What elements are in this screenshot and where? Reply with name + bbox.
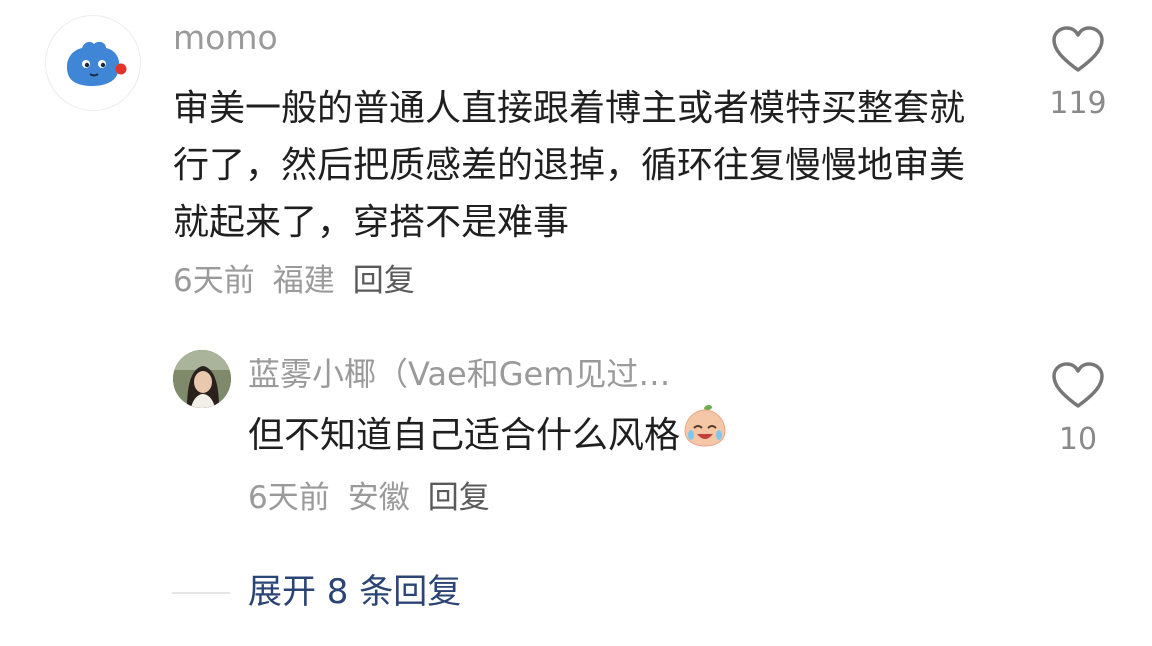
reply-username[interactable]: 蓝雾小椰（Vae和Gem见过… bbox=[248, 354, 670, 394]
reply-meta: 6天前 安徽 回复 bbox=[248, 478, 490, 518]
expand-replies-link[interactable]: 展开 8 条回复 bbox=[248, 570, 461, 614]
avatar-momo[interactable] bbox=[45, 15, 141, 111]
reply-button[interactable]: 回复 bbox=[428, 480, 490, 516]
reply-text-row: 但不知道自己适合什么风格 bbox=[248, 404, 728, 463]
woman-portrait-icon bbox=[173, 350, 231, 408]
blue-creature-icon bbox=[66, 41, 127, 86]
crying-laughing-peach-emoji-icon bbox=[682, 404, 728, 463]
reply-like-count: 10 bbox=[1058, 422, 1098, 457]
comment-location: 福建 bbox=[272, 263, 335, 299]
comment-meta: 6天前 福建 回复 bbox=[173, 261, 415, 301]
avatar-lanwu[interactable] bbox=[173, 350, 231, 408]
like-count: 119 bbox=[1049, 86, 1107, 121]
username[interactable]: momo bbox=[173, 18, 278, 58]
like-button[interactable]: 119 bbox=[1038, 26, 1118, 122]
divider bbox=[172, 592, 230, 594]
reply-location: 安徽 bbox=[347, 480, 410, 516]
comment-thread: momo 审美一般的普通人直接跟着博主或者模特买整套就行了，然后把质感差的退掉，… bbox=[0, 0, 1152, 646]
heart-icon bbox=[1052, 26, 1104, 72]
comment-time: 6天前 bbox=[173, 263, 255, 299]
reply-time: 6天前 bbox=[248, 480, 330, 516]
comment-text: 审美一般的普通人直接跟着博主或者模特买整套就行了，然后把质感差的退掉，循环往复慢… bbox=[173, 88, 966, 243]
reply-button[interactable]: 回复 bbox=[353, 263, 415, 299]
reply-like-button[interactable]: 10 bbox=[1038, 362, 1118, 458]
reply-text: 但不知道自己适合什么风格 bbox=[248, 415, 681, 456]
heart-icon bbox=[1052, 362, 1104, 408]
